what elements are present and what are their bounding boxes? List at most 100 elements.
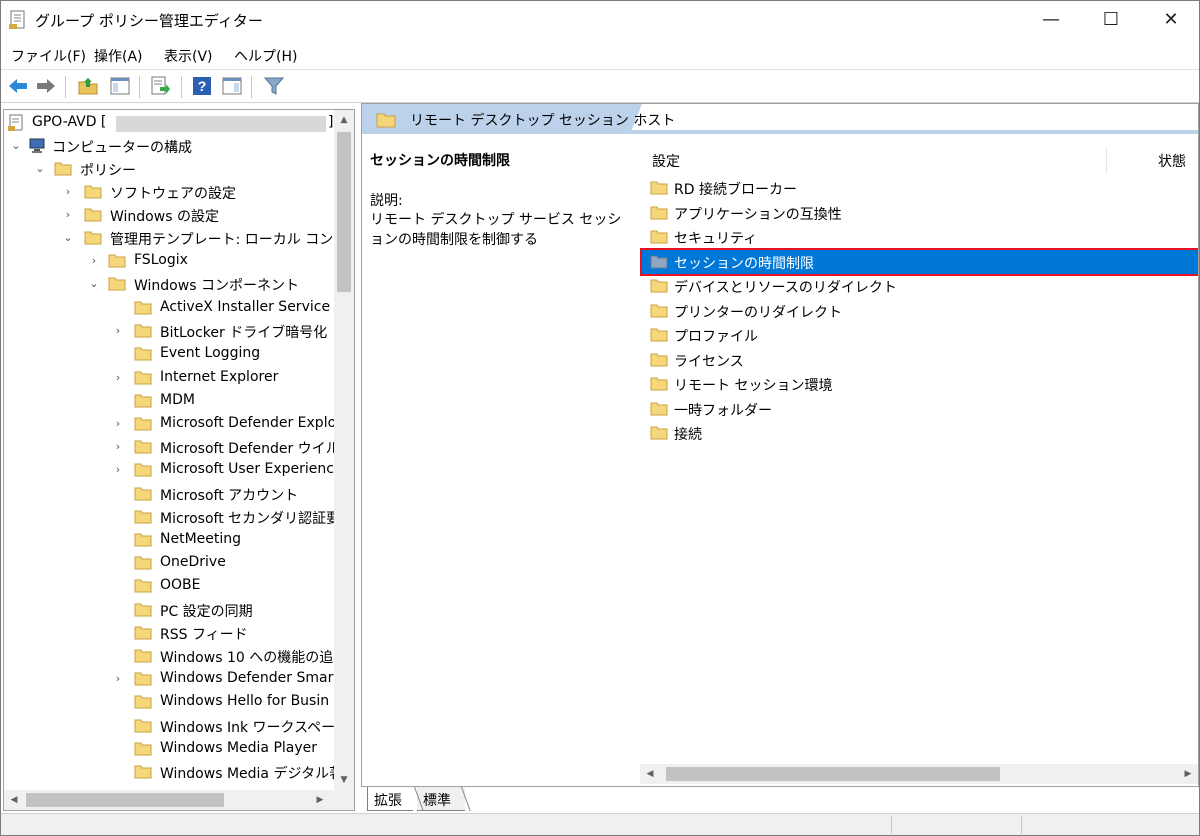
- folder-icon: [134, 556, 152, 570]
- chevron-right-icon[interactable]: ›: [112, 439, 124, 455]
- forward-arrow-icon[interactable]: [35, 75, 57, 97]
- tab-extended[interactable]: 拡張: [367, 787, 413, 811]
- list-item[interactable]: ライセンス: [640, 348, 1198, 372]
- back-arrow-icon[interactable]: [7, 75, 29, 97]
- column-header-setting[interactable]: 設定: [652, 151, 680, 171]
- maximize-button[interactable]: ☐: [1081, 1, 1141, 39]
- tree-item-component[interactable]: OOBE: [4, 575, 334, 597]
- list-item[interactable]: 一時フォルダー: [640, 397, 1198, 421]
- filter-icon[interactable]: [263, 75, 285, 97]
- tree-item-component[interactable]: Event Logging: [4, 343, 334, 365]
- tree-item-component[interactable]: › Microsoft Defender Explo: [4, 413, 334, 435]
- chevron-right-icon[interactable]: ›: [112, 323, 124, 339]
- list-item-label: リモート セッション環境: [674, 378, 833, 394]
- tree-item-policy[interactable]: ⌄ ポリシー: [4, 158, 334, 180]
- menu-view[interactable]: 表示(V): [164, 46, 213, 66]
- tree-item-component[interactable]: › Windows Defender Smar: [4, 668, 334, 690]
- tree-item-component[interactable]: Windows Ink ワークスペース: [4, 715, 334, 737]
- list-item-label: プリンターのリダイレクト: [674, 304, 842, 321]
- chevron-down-icon[interactable]: ⌄: [34, 161, 46, 177]
- tree-item-component[interactable]: › Microsoft User Experienc: [4, 459, 334, 481]
- list-item[interactable]: RD 接続ブローカー: [640, 176, 1198, 200]
- folder-icon: [134, 649, 152, 663]
- scroll-right-icon[interactable]: ▶: [1178, 764, 1198, 784]
- list-item[interactable]: デバイスとリソースのリダイレクト: [640, 274, 1198, 298]
- list-item[interactable]: プロファイル: [640, 323, 1198, 347]
- tree-item-fslogix[interactable]: › FSLogix: [4, 250, 334, 272]
- tree-item-component[interactable]: OneDrive: [4, 552, 334, 574]
- list-item[interactable]: アプリケーションの互換性: [640, 201, 1198, 225]
- show-hide-action-pane-icon[interactable]: [221, 75, 243, 97]
- tree-vertical-scrollbar[interactable]: ▲ ▼: [334, 110, 354, 790]
- folder-icon: [650, 230, 668, 244]
- scroll-right-icon[interactable]: ▶: [310, 790, 330, 810]
- list-item[interactable]: リモート セッション環境: [640, 372, 1198, 396]
- tree-item-admin-templates[interactable]: ⌄ 管理用テンプレート: ローカル コンピュー: [4, 227, 334, 249]
- chevron-right-icon[interactable]: ›: [88, 253, 100, 269]
- list-item-selected[interactable]: セッションの時間制限: [640, 247, 1198, 276]
- close-button[interactable]: ✕: [1141, 1, 1200, 39]
- tree-item-computer-config[interactable]: ⌄ コンピューターの構成: [4, 135, 334, 157]
- chevron-right-icon[interactable]: ›: [112, 416, 124, 432]
- scroll-thumb[interactable]: [666, 767, 1000, 781]
- show-hide-tree-icon[interactable]: [109, 75, 131, 97]
- menu-bar: ファイル(F) 操作(A) 表示(V) ヘルプ(H): [1, 41, 1199, 69]
- tree-item-software-settings[interactable]: › ソフトウェアの設定: [4, 181, 334, 203]
- menu-help[interactable]: ヘルプ(H): [234, 46, 297, 66]
- tree-item-component[interactable]: Windows Media デジタル著: [4, 761, 334, 783]
- gpme-window: グループ ポリシー管理エディター — ☐ ✕ ファイル(F) 操作(A) 表示(…: [0, 0, 1200, 836]
- column-separator[interactable]: [1106, 148, 1107, 174]
- list-item[interactable]: セキュリティ: [640, 225, 1198, 249]
- toolbar: ?: [1, 69, 1199, 103]
- scroll-left-icon[interactable]: ◀: [4, 790, 24, 810]
- scroll-down-icon[interactable]: ▼: [334, 770, 354, 790]
- chevron-down-icon[interactable]: ⌄: [62, 230, 74, 246]
- scroll-up-icon[interactable]: ▲: [334, 110, 354, 130]
- tree-item-component[interactable]: › Microsoft Defender ウイル: [4, 436, 334, 458]
- toolbar-separator: [65, 76, 66, 98]
- tree-item-gpo-root[interactable]: GPO-AVD [ ]: [4, 112, 334, 134]
- folder-icon: [54, 162, 72, 176]
- tree-item-component[interactable]: Windows Hello for Busin: [4, 691, 334, 713]
- tree-item-component[interactable]: ActiveX Installer Service: [4, 297, 334, 319]
- tree-item-windows-settings[interactable]: › Windows の設定: [4, 204, 334, 226]
- scroll-thumb[interactable]: [26, 793, 224, 807]
- description-text: リモート デスクトップ サービス セッションの時間制限を制御する: [370, 212, 622, 248]
- help-icon[interactable]: ?: [191, 75, 213, 97]
- minimize-button[interactable]: —: [1021, 1, 1081, 39]
- chevron-right-icon[interactable]: ›: [62, 184, 74, 200]
- tree-horizontal-scrollbar[interactable]: ◀ ▶: [4, 790, 354, 810]
- export-list-icon[interactable]: [149, 75, 171, 97]
- chevron-right-icon[interactable]: ›: [62, 207, 74, 223]
- tree-item-component[interactable]: PC 設定の同期: [4, 599, 334, 621]
- menu-action[interactable]: 操作(A): [94, 46, 143, 66]
- chevron-down-icon[interactable]: ⌄: [10, 138, 22, 154]
- tree-item-component[interactable]: Windows Media Player: [4, 738, 334, 760]
- list-item[interactable]: 接続: [640, 421, 1198, 445]
- list-horizontal-scrollbar[interactable]: ◀ ▶: [640, 764, 1198, 784]
- chevron-right-icon[interactable]: ›: [112, 671, 124, 687]
- policy-document-icon: [8, 114, 23, 131]
- tree-item-component[interactable]: MDM: [4, 390, 334, 412]
- menu-file[interactable]: ファイル(F): [11, 46, 86, 66]
- chevron-down-icon[interactable]: ⌄: [88, 276, 100, 292]
- scroll-thumb[interactable]: [337, 132, 351, 292]
- tree-item-component[interactable]: Microsoft アカウント: [4, 483, 334, 505]
- tree-item-windows-components[interactable]: ⌄ Windows コンポーネント: [4, 273, 334, 295]
- list-item[interactable]: プリンターのリダイレクト: [640, 299, 1198, 323]
- view-tabs: 拡張 標準: [361, 787, 961, 811]
- column-header-state[interactable]: 状態: [1158, 151, 1186, 171]
- up-folder-icon[interactable]: [77, 75, 99, 97]
- folder-icon: [134, 394, 152, 408]
- tree-item-component[interactable]: › Internet Explorer: [4, 367, 334, 389]
- scroll-left-icon[interactable]: ◀: [640, 764, 660, 784]
- chevron-right-icon[interactable]: ›: [112, 370, 124, 386]
- tree-item-component[interactable]: NetMeeting: [4, 529, 334, 551]
- tree-item-component[interactable]: Microsoft セカンダリ認証要: [4, 506, 334, 528]
- chevron-right-icon[interactable]: ›: [112, 462, 124, 478]
- tree-item-component[interactable]: Windows 10 への機能の追: [4, 645, 334, 667]
- tree-item-component[interactable]: RSS フィード: [4, 622, 334, 644]
- tab-standard[interactable]: 標準: [417, 787, 465, 811]
- tree-item-component[interactable]: › BitLocker ドライブ暗号化: [4, 320, 334, 342]
- tree-item-label: OneDrive: [160, 554, 226, 571]
